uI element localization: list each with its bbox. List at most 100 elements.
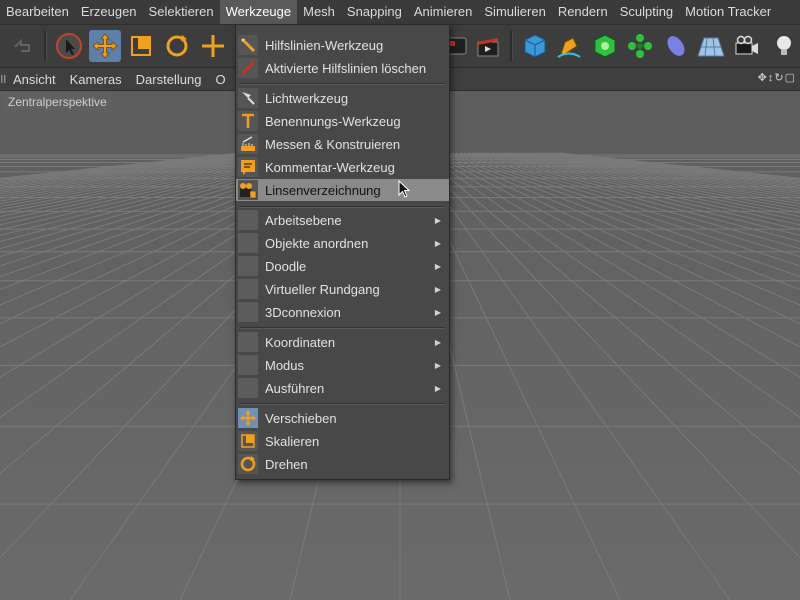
menu-item-doodle[interactable]: Doodle ▶ [236, 255, 449, 277]
menu-erzeugen[interactable]: Erzeugen [75, 0, 143, 24]
menu-item-label: Lichtwerkzeug [265, 90, 349, 106]
menu-bearbeiten[interactable]: Bearbeiten [0, 0, 75, 24]
submenu-arrow-icon: ▶ [434, 284, 441, 294]
floor-button[interactable] [694, 30, 726, 62]
menu-simulieren[interactable]: Simulieren [478, 0, 551, 24]
menu-item-hilfslinien-werkzeug[interactable]: Hilfslinien-Werkzeug [236, 34, 449, 56]
submenu-arrow-icon: ▶ [434, 238, 441, 248]
delete-guides-icon [238, 58, 258, 78]
menu-separator [240, 327, 445, 329]
menu-selektieren[interactable]: Selektieren [143, 0, 220, 24]
annotation-icon [238, 157, 258, 177]
scale-icon [238, 431, 258, 451]
undo-icon [14, 38, 30, 52]
viewbar-optionen[interactable]: O [208, 72, 232, 87]
viewbar-kameras[interactable]: Kameras [63, 72, 129, 87]
viewbar-ansicht[interactable]: Ansicht [6, 72, 63, 87]
submenu-arrow-icon: ▶ [434, 383, 441, 393]
light-button[interactable] [768, 30, 800, 62]
menu-item-skalieren[interactable]: Skalieren [236, 430, 449, 452]
menu-item-label: Verschieben [265, 410, 337, 426]
empty-icon-slot [238, 332, 258, 352]
menu-item-arbeitsebene[interactable]: Arbeitsebene ▶ [236, 209, 449, 231]
menu-item-virtueller-rundgang[interactable]: Virtueller Rundgang ▶ [236, 278, 449, 300]
scale-icon [131, 36, 151, 56]
cube-icon [524, 34, 546, 58]
empty-icon-slot [238, 355, 258, 375]
menu-item-lichtwerkzeug[interactable]: Lichtwerkzeug [236, 87, 449, 109]
menu-item-3dconnexion[interactable]: 3Dconnexion ▶ [236, 301, 449, 323]
menu-item-label: Objekte anordnen [265, 235, 369, 251]
lens-distortion-icon [238, 180, 258, 200]
toolbar-separator [44, 31, 47, 61]
subdivision-button[interactable] [589, 30, 621, 62]
menu-item-label: Messen & Konstruieren [265, 136, 401, 152]
menu-animieren[interactable]: Animieren [408, 0, 479, 24]
pan-icon[interactable]: ✥ [758, 72, 768, 84]
viewport-label: Zentralperspektive [4, 94, 111, 110]
menu-item-label: Benennungs-Werkzeug [265, 113, 401, 129]
menu-item-label: Ausführen [265, 380, 325, 396]
menu-mesh[interactable]: Mesh [297, 0, 341, 24]
move-icon [238, 408, 258, 428]
render-view-button[interactable] [472, 30, 504, 62]
rotate-button[interactable] [161, 30, 193, 62]
menu-snapping[interactable]: Snapping [341, 0, 408, 24]
menu-item-label: Virtueller Rundgang [265, 281, 380, 297]
menu-sculpting[interactable]: Sculpting [614, 0, 679, 24]
cube-button[interactable] [519, 30, 551, 62]
menu-werkzeuge[interactable]: Werkzeuge [219, 0, 298, 24]
live-selection-button[interactable] [53, 30, 85, 62]
viewbar-darstellung[interactable]: Darstellung [129, 72, 209, 87]
menu-item-label: Linsenverzeichnung [265, 182, 381, 198]
menu-item-messen-konstruieren[interactable]: Messen & Konstruieren [236, 133, 449, 155]
move-icon [92, 33, 118, 59]
menu-item-label: Skalieren [265, 433, 320, 449]
spline-pen-button[interactable] [553, 30, 585, 62]
menu-item-aktivierte-hilfslinien-loeschen[interactable]: Aktivierte Hilfslinien löschen [236, 57, 449, 79]
move-cross-icon [202, 35, 224, 57]
mouse-cursor [398, 179, 412, 203]
menu-item-label: Aktivierte Hilfslinien löschen [265, 60, 427, 76]
menu-item-label: Doodle [265, 258, 307, 274]
deformer-button[interactable] [660, 30, 692, 62]
menu-item-benennungs-werkzeug[interactable]: Benennungs-Werkzeug [236, 110, 449, 132]
scale-button[interactable] [125, 30, 157, 62]
menu-bar: Bearbeiten Erzeugen Selektieren Werkzeug… [0, 0, 800, 25]
menu-item-linsenverzeichnung[interactable]: Linsenverzeichnung [236, 179, 449, 201]
menu-item-drehen[interactable]: Drehen [236, 453, 449, 475]
menu-item-label: Modus [265, 357, 305, 373]
viewport-navigation[interactable]: ✥↕↻▢ [758, 71, 796, 84]
live-selection-icon [56, 33, 82, 59]
toolbar-separator [510, 31, 513, 61]
menu-separator [240, 83, 445, 85]
submenu-arrow-icon: ▶ [434, 261, 441, 271]
move-button[interactable] [89, 30, 121, 62]
subdivision-icon [594, 34, 616, 58]
camera-button[interactable] [731, 30, 763, 62]
move-alt-button[interactable] [197, 30, 229, 62]
menu-item-label: Kommentar-Werkzeug [265, 159, 395, 175]
empty-icon-slot [238, 233, 258, 253]
menu-item-koordinaten[interactable]: Koordinaten ▶ [236, 331, 449, 353]
rotate-view-icon[interactable]: ↻ [774, 72, 784, 84]
menu-item-modus[interactable]: Modus ▶ [236, 354, 449, 376]
light-bulb-icon [777, 36, 791, 55]
floor-icon [697, 37, 725, 57]
undo-button[interactable] [6, 30, 38, 62]
array-button[interactable] [624, 30, 656, 62]
maximize-icon[interactable]: ▢ [785, 72, 796, 84]
rotate-icon [238, 454, 258, 474]
guide-tool-icon [238, 35, 258, 55]
measure-icon [238, 134, 258, 154]
menu-item-verschieben[interactable]: Verschieben [236, 407, 449, 429]
menu-motion-tracker[interactable]: Motion Tracker [679, 0, 777, 24]
menu-item-kommentar-werkzeug[interactable]: Kommentar-Werkzeug [236, 156, 449, 178]
empty-icon-slot [238, 279, 258, 299]
naming-tool-icon [238, 111, 258, 131]
menu-item-objekte-anordnen[interactable]: Objekte anordnen ▶ [236, 232, 449, 254]
menu-rendern[interactable]: Rendern [552, 0, 614, 24]
menu-item-label: Drehen [265, 456, 308, 472]
menu-item-ausfuehren[interactable]: Ausführen ▶ [236, 377, 449, 399]
submenu-arrow-icon: ▶ [434, 215, 441, 225]
